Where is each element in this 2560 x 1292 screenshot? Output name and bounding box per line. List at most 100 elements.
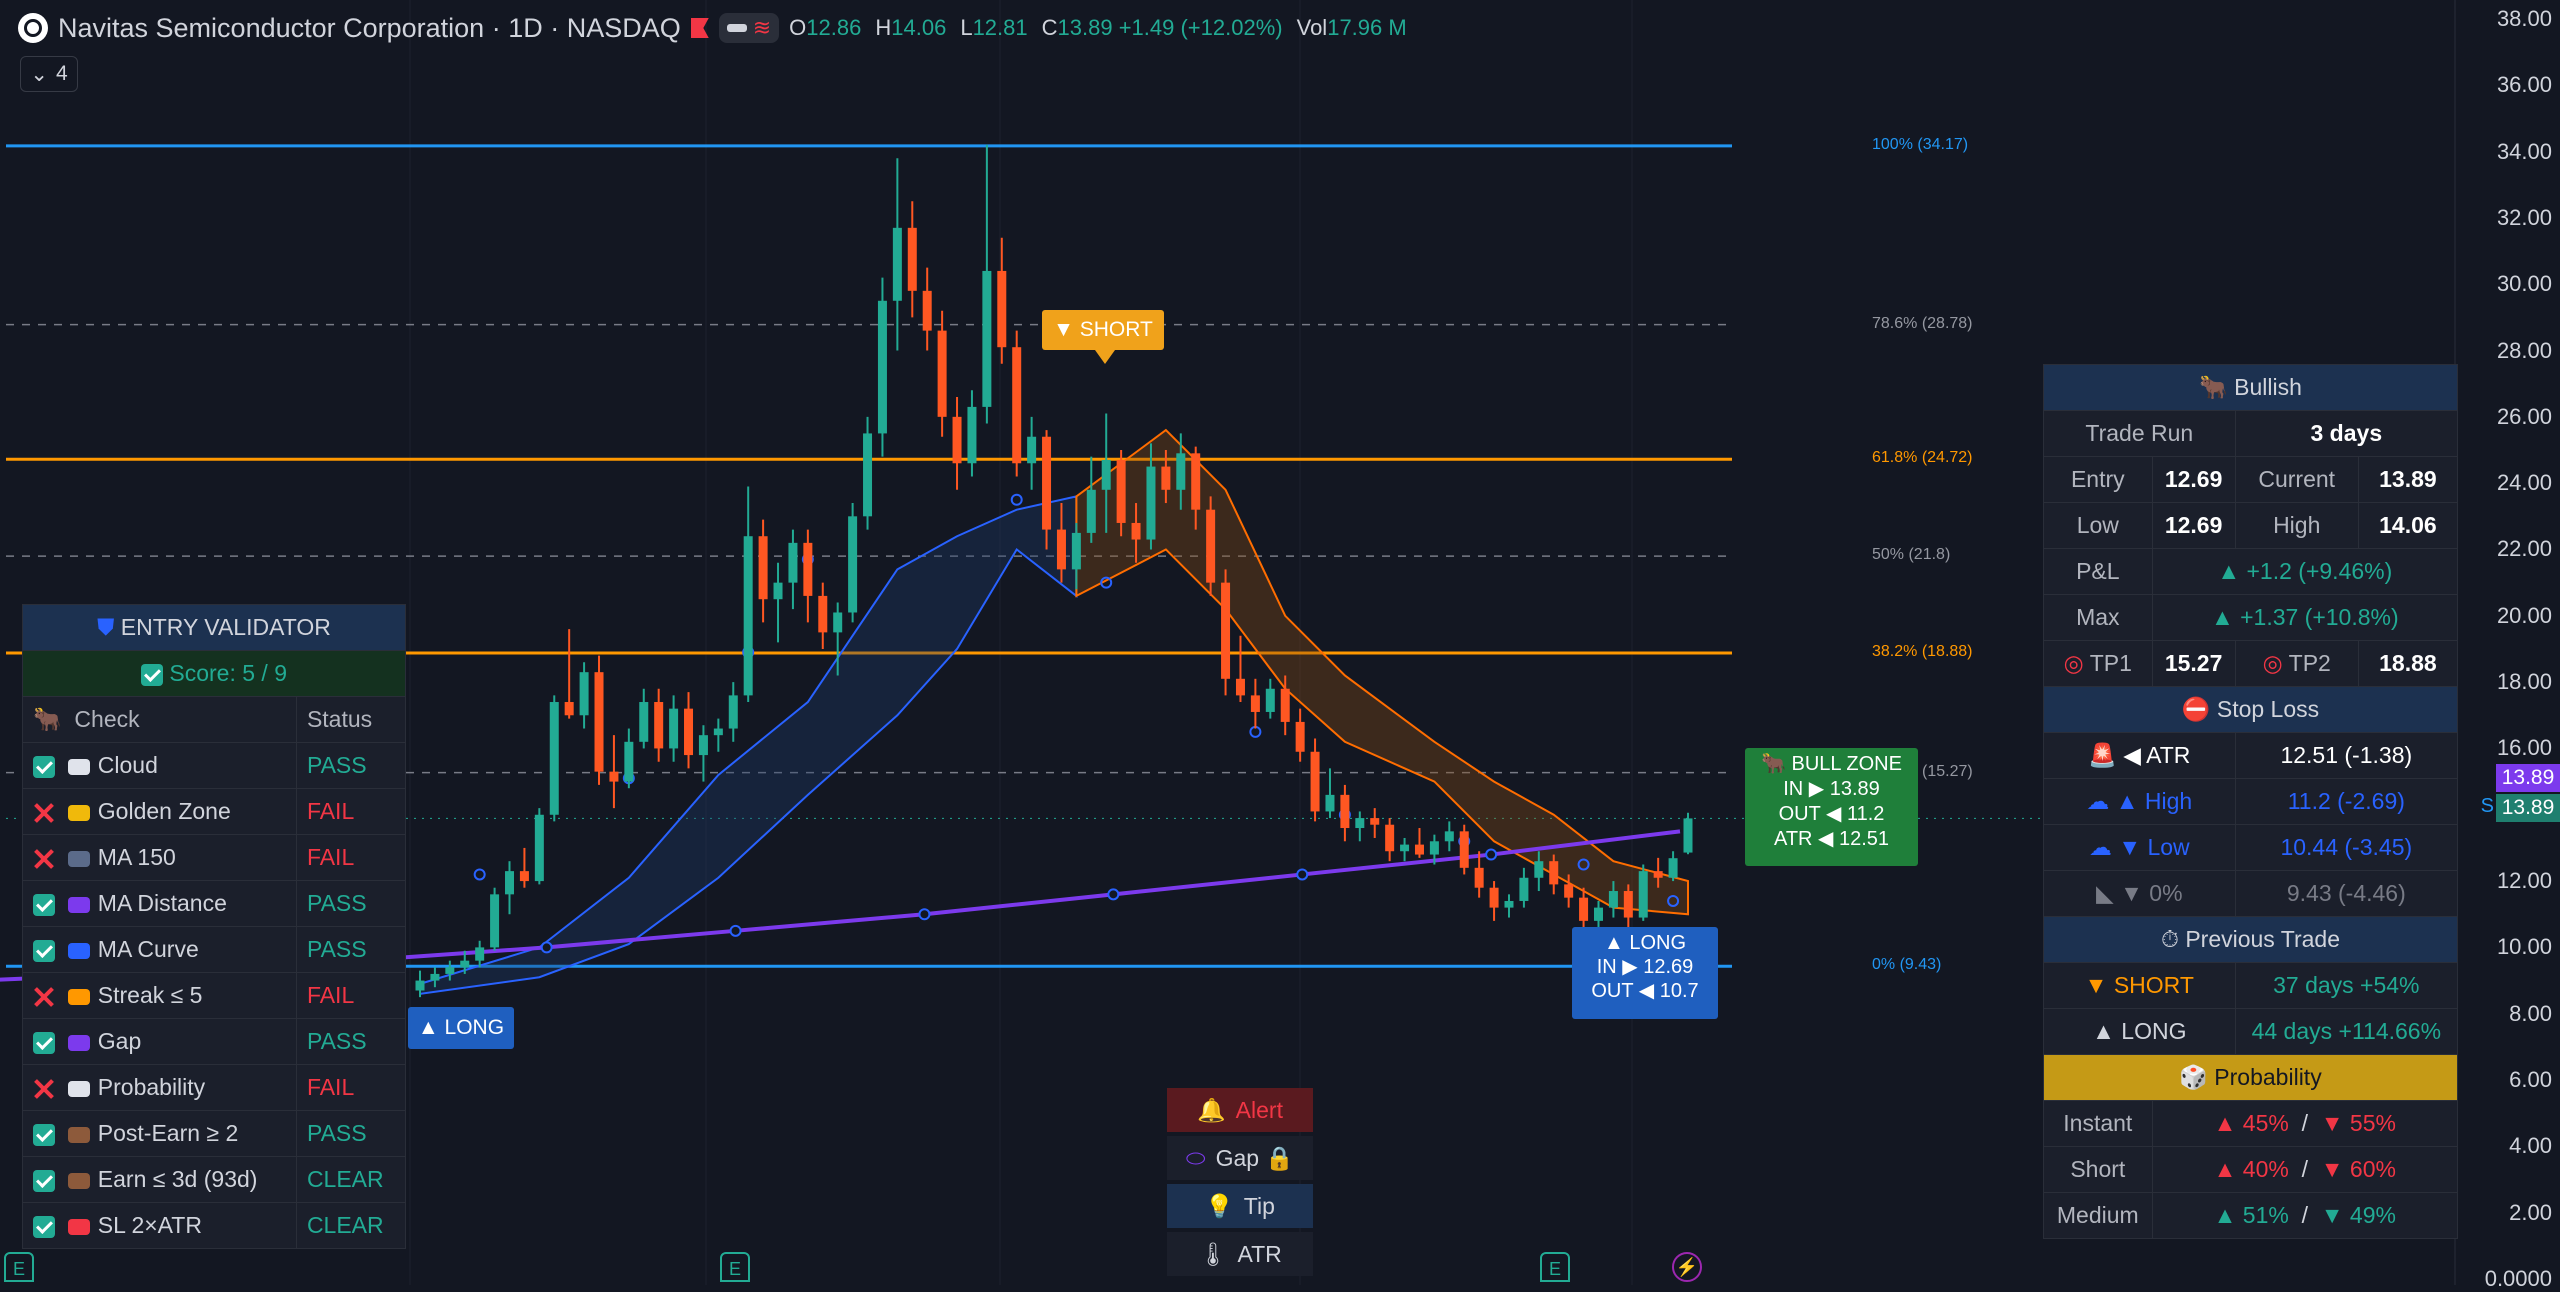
cross-icon [33, 986, 55, 1008]
previous-trade-row: ▲ LONG 44 days +114.66% [2043, 1008, 2459, 1055]
stop-loss-value: 12.51 (-1.38) [2234, 732, 2459, 779]
current-price-badge: 13.89 [2496, 764, 2560, 792]
candle-body [1176, 453, 1186, 490]
price-axis-label: 26.00 [2496, 403, 2552, 429]
candle-body [475, 947, 485, 961]
check-name: MA Curve [22, 926, 297, 973]
ma-marker [1296, 868, 1309, 881]
tip-button[interactable]: 💡 Tip [1167, 1184, 1313, 1228]
candle-body [1221, 582, 1231, 679]
price-axis-label: 2.00 [2509, 1199, 2552, 1225]
check-icon [33, 893, 55, 916]
candle-body [1027, 436, 1037, 464]
check-name: Probability [22, 1064, 297, 1111]
earnings-marker-icon[interactable]: E [720, 1252, 750, 1282]
stop-loss-value: 10.44 (-3.45) [2234, 824, 2459, 871]
candle-body [519, 871, 529, 882]
candle-body [982, 270, 992, 407]
check-name: Golden Zone [22, 788, 297, 835]
probability-row: Instant ▲ 45% / ▼ 55% [2043, 1100, 2459, 1147]
check-name: Cloud [22, 742, 297, 789]
stop-loss-row: ☁ ▲ High 11.2 (-2.69) [2043, 778, 2459, 825]
stop-loss-value: 11.2 (-2.69) [2234, 778, 2459, 825]
stop-loss-label: ☁ ▲ High [2043, 778, 2236, 825]
entry-value: 12.69 [2151, 456, 2236, 503]
ma-marker [1485, 848, 1498, 861]
stop-loss-label: ☁ ▼ Low [2043, 824, 2236, 871]
candle-body [1653, 871, 1663, 878]
flash-icon[interactable]: ⚡ [1672, 1252, 1702, 1282]
validator-title: ⛊ ENTRY VALIDATOR [22, 604, 406, 651]
previous-trade-direction: ▼ SHORT [2043, 962, 2236, 1009]
candle-body [1206, 509, 1216, 583]
candle-body [997, 270, 1007, 348]
price-axis-label: 28.00 [2496, 337, 2552, 363]
previous-trade-direction: ▲ LONG [2043, 1008, 2236, 1055]
candle-body [1042, 436, 1052, 530]
atr-button[interactable]: 🌡 ATR [1167, 1232, 1313, 1276]
price-axis-label: 22.00 [2496, 536, 2552, 562]
candle-body [1564, 884, 1574, 898]
candle-body [743, 536, 753, 696]
candle-body [833, 612, 843, 633]
check-type-icon [67, 758, 90, 775]
indicator-toggle[interactable]: ≋ [718, 13, 780, 43]
gap-button[interactable]: ⬭ Gap 🔒 [1167, 1136, 1313, 1180]
candle-body [1414, 844, 1424, 855]
earnings-marker-icon[interactable]: E [1540, 1252, 1570, 1282]
thermometer-icon: 🌡 [1198, 1240, 1228, 1267]
ma-marker [1107, 888, 1120, 901]
gap-icon: ⬭ [1185, 1144, 1206, 1171]
fib-level-label: 0% (9.43) [1872, 956, 1942, 974]
symbol-title[interactable]: Navitas Semiconductor Corporation · 1D ·… [58, 13, 681, 44]
candle-body [758, 536, 768, 600]
candle-body [549, 702, 559, 815]
candle-body [430, 973, 440, 981]
check-type-icon [67, 896, 90, 913]
check-type-icon [67, 804, 90, 821]
validator-row: MA Curve PASS [22, 926, 407, 973]
validator-row: SL 2×ATR CLEAR [22, 1202, 407, 1249]
candle-body [1325, 794, 1335, 812]
candle-body [1579, 897, 1589, 921]
candle-body [773, 582, 783, 600]
candle-body [1310, 751, 1320, 812]
validator-row: Gap PASS [22, 1018, 407, 1065]
probability-label: Medium [2043, 1192, 2153, 1239]
check-name: SL 2×ATR [22, 1202, 297, 1249]
check-type-icon [67, 1126, 90, 1143]
probability-value: ▲ 45% / ▼ 55% [2151, 1100, 2459, 1147]
column-header-status: Status [295, 696, 407, 743]
candle-body [669, 708, 679, 749]
max-label: Max [2043, 594, 2153, 641]
validator-score: Score: 5 / 9 [22, 650, 406, 697]
scale-marker: S [2480, 795, 2494, 817]
indicators-collapse-button[interactable]: ⌄ 4 [20, 56, 78, 92]
tp1-label: ◎ TP1 [2043, 640, 2153, 687]
flag-icon[interactable] [690, 18, 709, 38]
candle-body [654, 702, 664, 749]
alert-button[interactable]: 🔔 Alert [1167, 1088, 1313, 1132]
validator-row: Probability FAIL [22, 1064, 407, 1111]
low-value: 12.69 [2151, 502, 2236, 549]
candle-body [1608, 891, 1618, 908]
bull-zone-tag: 🐂 BULL ZONE IN ▶ 13.89 OUT ◀ 11.2 ATR ◀ 12.… [1745, 748, 1918, 866]
current-label: Current [2234, 456, 2359, 503]
validator-row: Post-Earn ≥ 2 PASS [22, 1110, 407, 1157]
candle-body [863, 433, 873, 517]
candle-body [1429, 841, 1439, 855]
fib-level-label: 100% (34.17) [1872, 135, 1969, 153]
candle-body [1161, 466, 1171, 490]
check-name: MA Distance [22, 880, 297, 927]
stop-loss-icon: ☁ [2086, 788, 2110, 814]
check-icon [33, 1215, 55, 1238]
earnings-marker-icon[interactable]: E [4, 1252, 34, 1282]
candle-body [1549, 861, 1559, 885]
bullish-title: 🐂 Bullish [2043, 364, 2458, 411]
entry-validator-table: ⛊ ENTRY VALIDATOR Score: 5 / 9 🐂 Check St… [22, 604, 407, 1249]
check-status: FAIL [295, 834, 407, 881]
stop-loss-label: 🚨 ◀ ATR [2043, 732, 2236, 779]
pnl-value: ▲ +1.2 (+9.46%) [2151, 548, 2459, 595]
validator-row: MA 150 FAIL [22, 834, 407, 881]
check-type-icon [67, 988, 90, 1005]
